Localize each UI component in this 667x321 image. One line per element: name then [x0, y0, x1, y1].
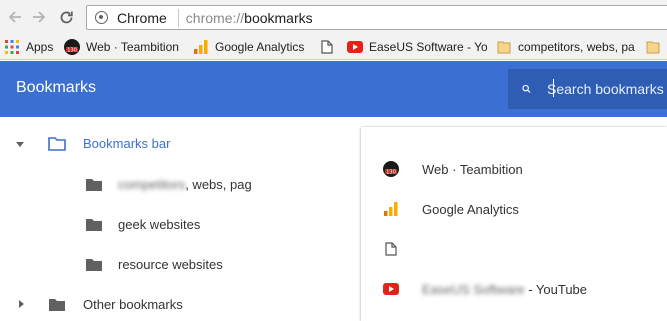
- svg-text:130: 130: [386, 170, 396, 176]
- search-bar[interactable]: [508, 69, 667, 109]
- youtube-icon: [347, 39, 363, 55]
- bookmark-label: Google Analytics: [215, 40, 305, 54]
- list-item[interactable]: [361, 229, 667, 269]
- label-tail: , webs, pag: [185, 177, 252, 192]
- blurred-text: EaseUS Software: [422, 281, 525, 297]
- list-item[interactable]: EaseUS Software - YouTube: [361, 269, 667, 309]
- search-input[interactable]: [547, 81, 667, 97]
- svg-text:130: 130: [67, 48, 77, 54]
- tree-item-other-bookmarks[interactable]: Other bookmarks: [0, 284, 360, 321]
- folder-icon: [496, 39, 512, 55]
- tree-item-competitors[interactable]: competitors, webs, pag: [0, 164, 360, 204]
- tree-item-label: competitors, webs, pag: [118, 177, 252, 192]
- blurred-text: competitors: [118, 177, 186, 192]
- page-icon: [383, 241, 399, 257]
- list-item-label: Google Analytics: [422, 201, 519, 217]
- bookmark-folder-more[interactable]: [645, 34, 667, 60]
- back-button[interactable]: [4, 6, 26, 28]
- list-item-label: Web · Teambition: [422, 161, 523, 177]
- tree-item-bookmarks-bar[interactable]: Bookmarks bar: [0, 124, 360, 164]
- reload-icon: [60, 11, 73, 23]
- bookmark-easeus-youtube[interactable]: EaseUS Software - Yo: [347, 34, 487, 60]
- youtube-icon: [383, 281, 399, 297]
- tree-item-resource-websites[interactable]: resource websites: [0, 244, 360, 284]
- folder-open-icon: [48, 137, 66, 151]
- page-icon: [319, 39, 335, 55]
- address-origin-label: Chrome: [117, 9, 167, 26]
- bookmark-folder-competitors[interactable]: competitors, webs, pa: [496, 34, 636, 60]
- google-analytics-icon: [383, 201, 399, 217]
- tree-item-label: geek websites: [118, 217, 201, 232]
- chrome-window: Chrome chrome://bookmarks Apps 130 Web ·…: [0, 0, 667, 321]
- expand-arrow-down-icon[interactable]: [15, 139, 25, 149]
- folder-icon: [645, 39, 661, 55]
- forward-arrow-icon: [33, 11, 46, 23]
- list-item[interactable]: 130 Web · Teambition: [361, 149, 667, 189]
- bookmark-label: Apps: [26, 40, 54, 54]
- tree-item-label: Other bookmarks: [83, 297, 183, 312]
- url-path: bookmarks: [244, 9, 313, 26]
- search-icon: [522, 84, 531, 94]
- bookmark-apps[interactable]: Apps: [4, 34, 56, 60]
- bookmark-untitled-page[interactable]: [319, 34, 337, 60]
- address-divider: [177, 8, 179, 27]
- expand-arrow-right-icon[interactable]: [16, 299, 26, 309]
- bookmark-label: Web · Teambition: [86, 40, 179, 54]
- bookmark-teambition[interactable]: 130 Web · Teambition: [64, 34, 186, 60]
- tree-item-geek-websites[interactable]: geek websites: [0, 204, 360, 244]
- browser-toolbar: Chrome chrome://bookmarks: [0, 0, 667, 34]
- tree-item-label: Bookmarks bar: [83, 136, 171, 151]
- google-analytics-icon: [193, 39, 209, 55]
- bookmarks-list: 130 Web · Teambition Google Analytics Ea…: [361, 127, 667, 321]
- reload-button[interactable]: [55, 6, 77, 28]
- text-cursor: [553, 79, 554, 97]
- folder-icon: [49, 299, 65, 311]
- folder-icon: [86, 259, 102, 271]
- bookmarks-bar: Apps 130 Web · Teambition Google Analyti…: [0, 34, 667, 60]
- page-title: Bookmarks: [16, 79, 97, 96]
- address-url[interactable]: chrome://bookmarks: [186, 10, 313, 26]
- back-arrow-icon: [8, 11, 21, 23]
- forward-button[interactable]: [28, 6, 50, 28]
- folder-icon: [86, 179, 102, 191]
- teambition-icon: 130: [64, 39, 80, 55]
- address-bar[interactable]: Chrome chrome://bookmarks: [86, 5, 667, 30]
- url-scheme: chrome://: [185, 9, 245, 26]
- bookmarks-header: Bookmarks: [0, 61, 667, 117]
- bookmark-label: competitors, webs, pa: [518, 40, 635, 54]
- label-tail: - YouTube: [524, 281, 588, 297]
- tree-item-label: resource websites: [118, 257, 223, 272]
- bookmark-google-analytics[interactable]: Google Analytics: [193, 34, 315, 60]
- list-item-label: EaseUS Software - YouTube: [422, 282, 587, 297]
- chrome-page-icon: [95, 11, 108, 24]
- teambition-icon: 130: [383, 161, 399, 177]
- list-item[interactable]: Google Analytics: [361, 189, 667, 229]
- folder-icon: [86, 219, 102, 231]
- bookmark-label: EaseUS Software - Yo: [369, 40, 487, 54]
- apps-grid-icon: [4, 39, 20, 55]
